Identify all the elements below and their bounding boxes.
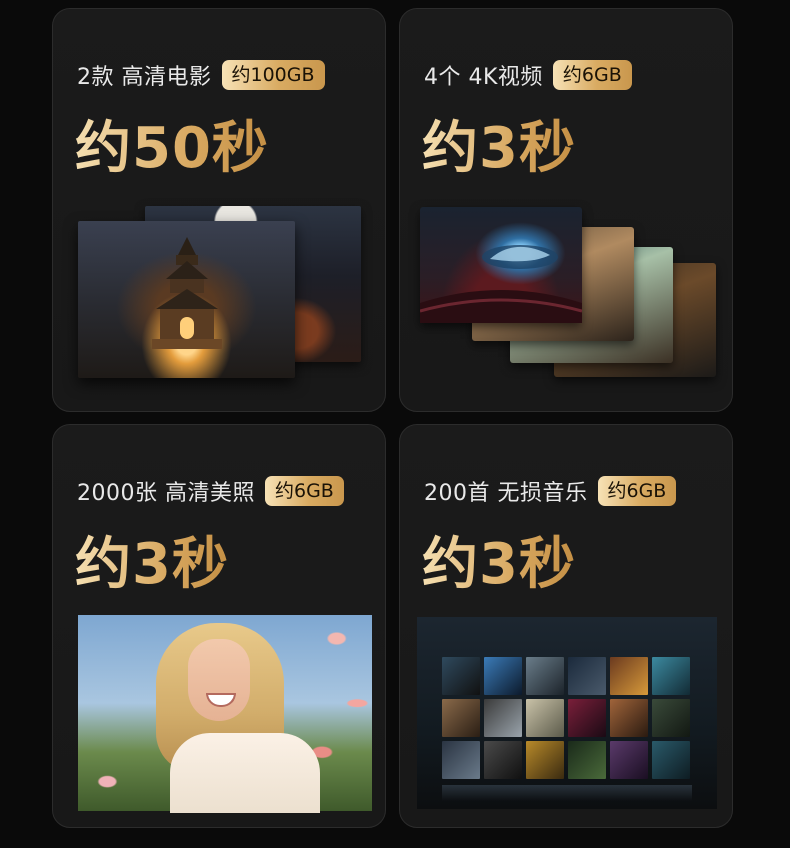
album-cover <box>484 741 522 779</box>
album-reflection <box>442 785 692 801</box>
album-cover <box>484 657 522 695</box>
photos-label: 2000张 高清美照 <box>77 481 255 506</box>
videos-label-row: 4个 4K视频 约6GB <box>424 59 632 91</box>
album-cover <box>652 741 690 779</box>
music-label: 200首 无损音乐 <box>424 481 588 506</box>
photos-card: 2000张 高清美照 约6GB 约3秒 <box>52 424 386 828</box>
music-card: 200首 无损音乐 约6GB 约3秒 <box>399 424 733 828</box>
movies-transfer-time: 约50秒 <box>75 103 269 184</box>
album-cover <box>568 657 606 695</box>
whale-theater-illustration <box>419 245 583 323</box>
photos-size-badge: 约6GB <box>264 476 344 506</box>
videos-size-badge: 约6GB <box>552 60 632 90</box>
album-cover <box>526 741 564 779</box>
videos-transfer-time: 约3秒 <box>422 103 576 184</box>
movie-poster-front-image <box>78 221 295 378</box>
album-cover <box>442 699 480 737</box>
movies-label: 2款 高清电影 <box>77 65 212 90</box>
photo-face <box>188 639 250 721</box>
portrait-photo <box>78 615 372 813</box>
album-wall-image <box>417 617 717 809</box>
photo-blouse <box>170 733 320 813</box>
temple-illustration <box>152 237 222 349</box>
album-cover <box>610 699 648 737</box>
videos-card: 4个 4K视频 约6GB 约3秒 <box>399 8 733 412</box>
album-cover <box>568 741 606 779</box>
album-cover <box>526 699 564 737</box>
album-cover <box>652 657 690 695</box>
album-grid <box>442 657 690 779</box>
album-cover <box>484 699 522 737</box>
photos-transfer-time: 约3秒 <box>75 519 229 600</box>
album-cover <box>610 741 648 779</box>
album-cover <box>442 741 480 779</box>
music-transfer-time: 约3秒 <box>422 519 576 600</box>
album-cover <box>652 699 690 737</box>
music-size-badge: 约6GB <box>597 476 677 506</box>
photos-label-row: 2000张 高清美照 约6GB <box>77 475 344 507</box>
movies-card: 2款 高清电影 约100GB 约50秒 <box>52 8 386 412</box>
movies-size-badge: 约100GB <box>221 60 325 90</box>
music-label-row: 200首 无损音乐 约6GB <box>424 475 677 507</box>
videos-label: 4个 4K视频 <box>424 65 543 90</box>
album-cover <box>442 657 480 695</box>
video-frame-theater <box>419 207 583 323</box>
album-cover <box>526 657 564 695</box>
album-cover <box>610 657 648 695</box>
movies-label-row: 2款 高清电影 约100GB <box>77 59 325 91</box>
album-cover <box>568 699 606 737</box>
